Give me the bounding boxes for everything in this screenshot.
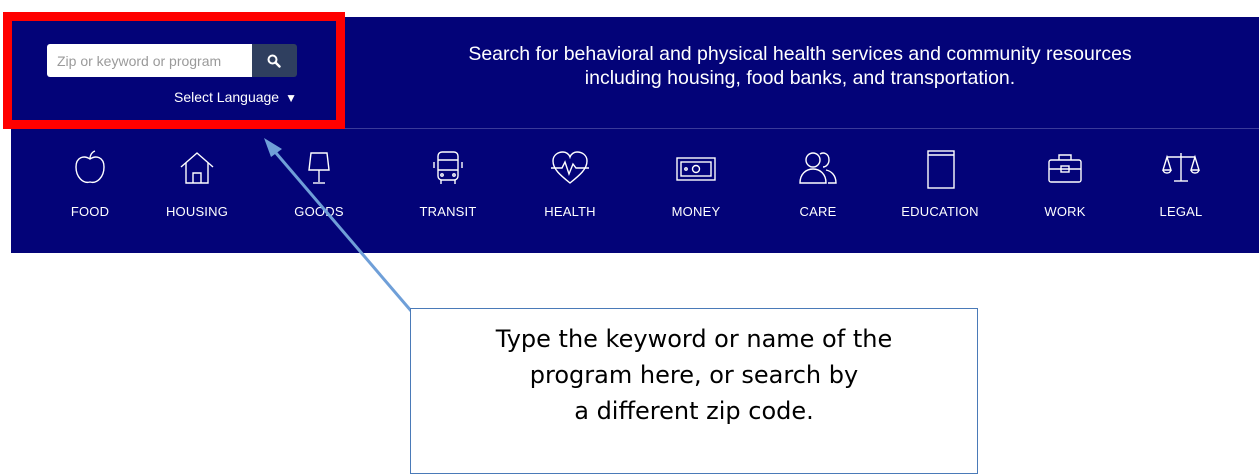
callout-line-3: a different zip code. [574,397,814,425]
callout-line-1: Type the keyword or name of the [495,325,893,353]
callout-box: Type the keyword or name of the program … [410,308,978,474]
callout-line-2: program here, or search by [529,361,859,389]
